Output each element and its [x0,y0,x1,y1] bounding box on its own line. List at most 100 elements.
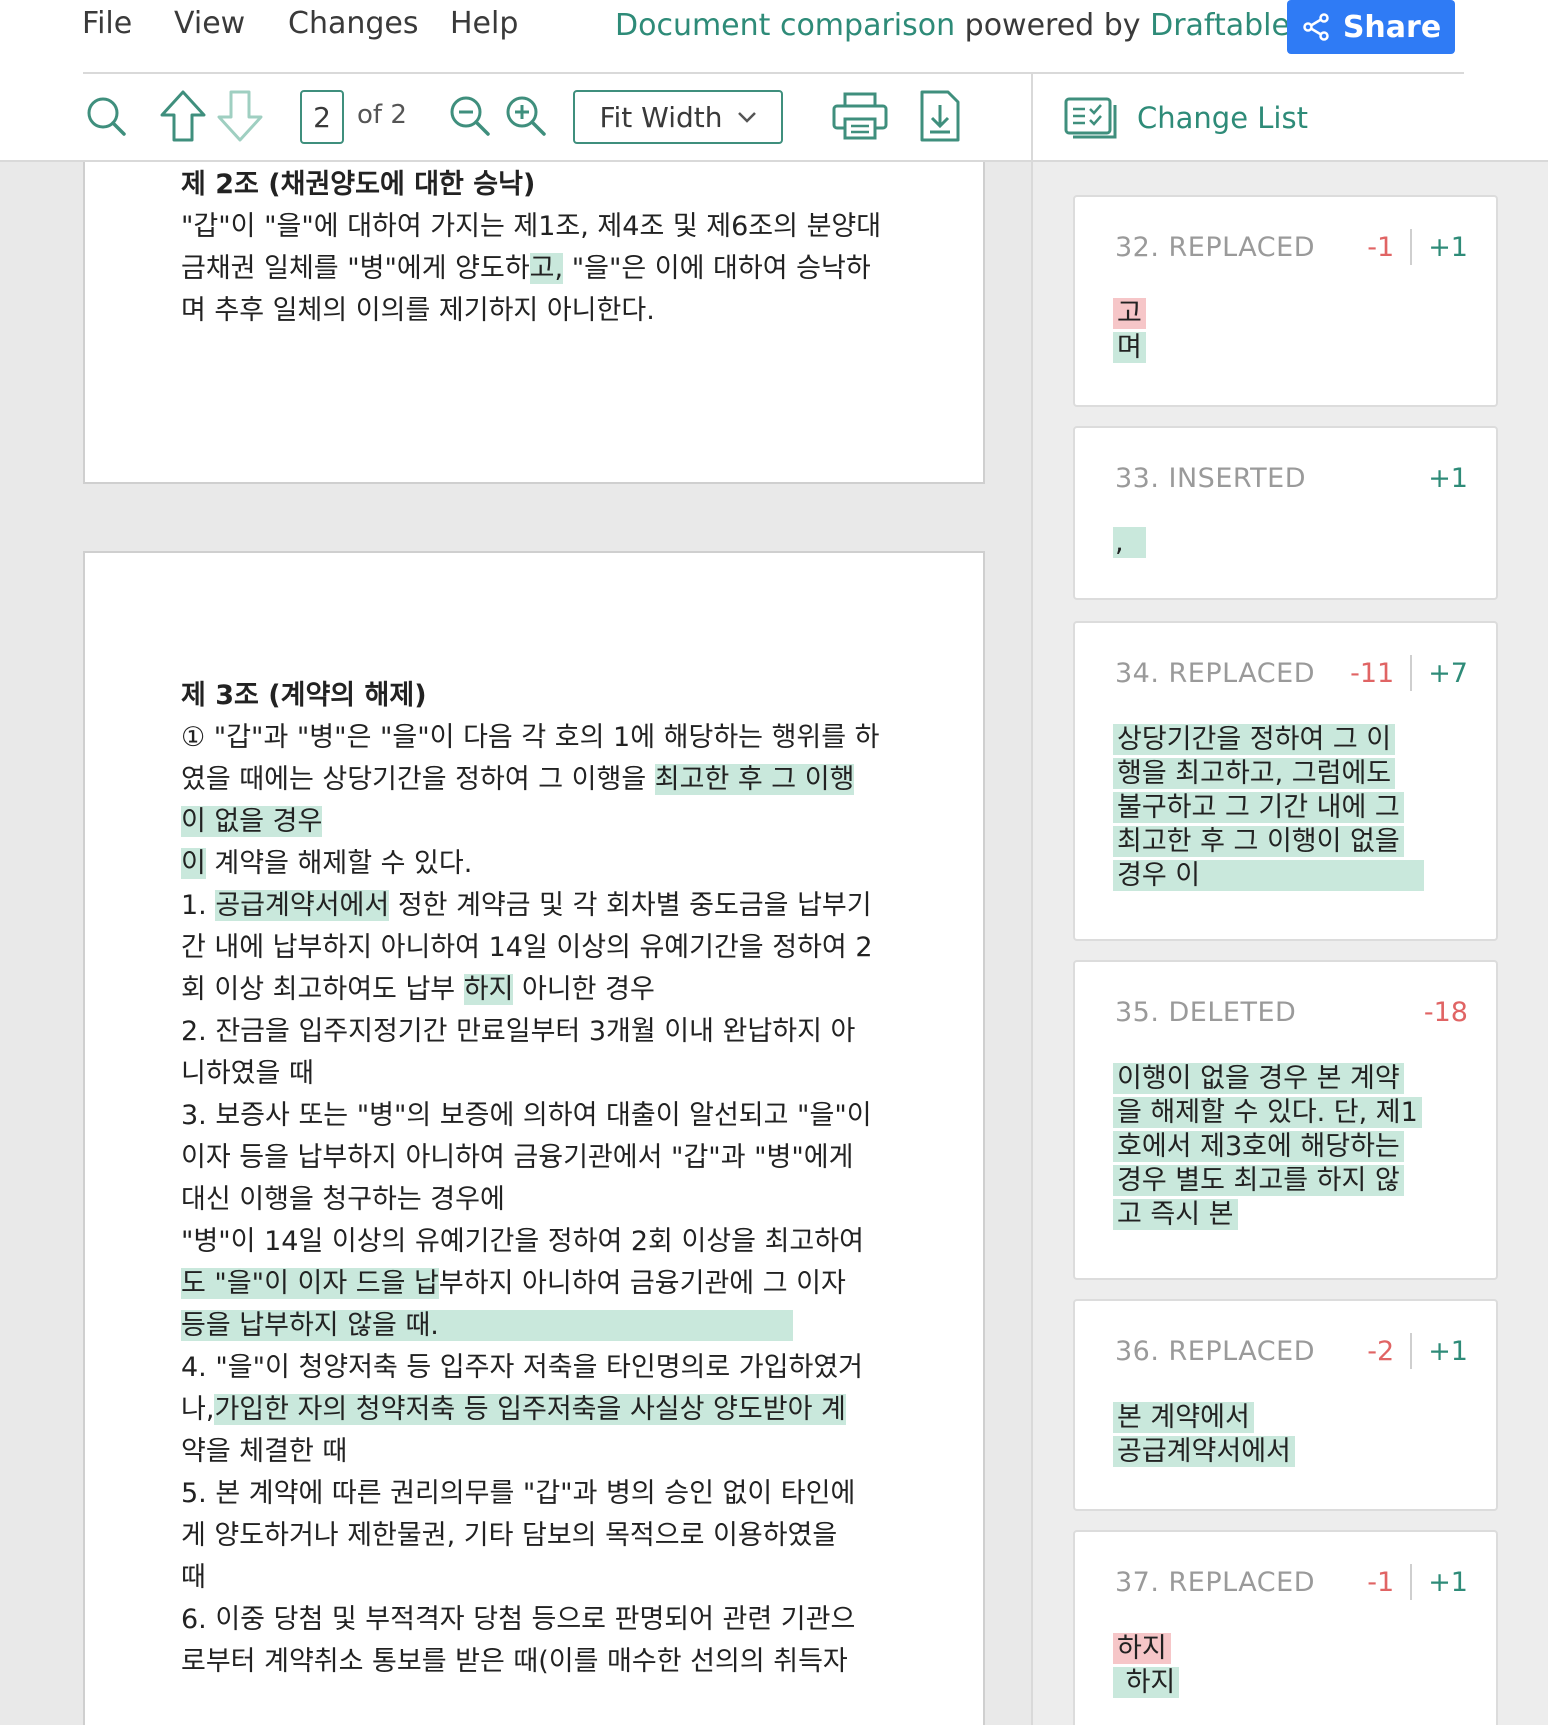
change-list-title: Change List [1137,101,1308,135]
text-line: 이 계약을 해제할 수 있다. [181,843,901,885]
text-run: 계약을 해제할 수 있다. [205,848,473,879]
change-card-header: 34. REPLACED -11 +7 [1115,653,1468,693]
change-highlight[interactable]: 등을 납부하지 않을 때. [181,1310,793,1341]
deleted-text: 고 [1113,298,1146,329]
count-separator [1410,1564,1413,1600]
text-line: 며 추후 일체의 이의를 제기하지 아니한다. [181,295,655,326]
change-label: 36. REPLACED [1115,1335,1315,1367]
change-card-35[interactable]: 35. DELETED -18 이행이 없을 경우 본 계약 을 해제할 수 있… [1073,960,1498,1280]
text-line: "갑"이 "을"에 대하여 가지는 제1조, 제4조 및 제6조의 분양대 [181,211,882,242]
text-line: 나,가입한 자의 청약저축 등 입주저축을 사실상 양도받아 계 [181,1389,901,1431]
zoom-out-icon[interactable] [442,88,498,144]
current-page-input[interactable]: 2 [300,90,344,144]
text-line: "병"이 14일 이상의 유예기간을 정하여 2회 이상을 최고하여 [181,1226,864,1257]
count-separator [1410,1333,1413,1369]
count-separator [1410,229,1413,265]
change-card-37[interactable]: 37. REPLACED -1 +1 하지 하지 [1073,1530,1498,1725]
previous-change-arrow-up-icon[interactable] [155,88,211,144]
change-card-36[interactable]: 36. REPLACED -2 +1 본 계약에서 공급계약서에서 [1073,1299,1498,1511]
deleted-count: -11 [1350,657,1395,689]
change-content: 하지 하지 [1113,1632,1433,1700]
text-line: ① "갑"과 "병"은 "을"이 다음 각 호의 1에 해당하는 행위를 하 [181,722,880,753]
article-heading: 제 2조 (채권양도에 대한 승낙) [181,169,536,200]
text-line: 약을 체결한 때 [181,1436,348,1467]
change-list-header[interactable]: Change List [1063,88,1308,148]
text-line: 금채권 일체를 "병"에게 양도하고, "을"은 이에 대하여 승낙하 [181,248,901,290]
inserted-text: 며 [1113,332,1146,363]
text-line: 2. 잔금을 입주지정기간 만료일부터 3개월 이내 완납하지 아 [181,1016,856,1047]
text-run: 나, [181,1394,215,1425]
page2-text: 제 3조 (계약의 해제) ① "갑"과 "병"은 "을"이 다음 각 호의 1… [181,675,901,1683]
print-icon[interactable] [830,88,890,144]
text-run: 정한 계약금 및 각 회차별 중도금을 납부기 [389,890,872,921]
toolbar: 2 of 2 Fit Width [0,74,1033,160]
text-line: 대신 이행을 청구하는 경우에 [181,1184,505,1215]
share-button[interactable]: Share [1287,0,1455,54]
change-card-header: 32. REPLACED -1 +1 [1115,227,1468,267]
text-line: 간 내에 납부하지 아니하여 14일 이상의 유예기간을 정하여 2 [181,932,873,963]
download-icon[interactable] [912,88,968,144]
document-viewer[interactable]: 제 2조 (채권양도에 대한 승낙) "갑"이 "을"에 대하여 가지는 제1조… [0,162,1031,1725]
change-highlight[interactable]: 이 없을 경우 [181,806,323,837]
text-line: 이자 등을 납부하지 아니하여 금융기관에서 "갑"과 "병"에게 [181,1142,854,1173]
change-content: 상당기간을 정하여 그 이 행을 최고하고, 그럼에도 불구하고 그 기간 내에… [1113,723,1433,893]
change-label: 35. DELETED [1115,996,1297,1028]
article-heading: 제 3조 (계약의 해제) [181,680,427,711]
document-page-2: 제 3조 (계약의 해제) ① "갑"과 "병"은 "을"이 다음 각 호의 1… [83,551,985,1725]
brand-prefix: Document comparison [615,8,956,43]
change-highlight[interactable]: 가입한 자의 청약저축 등 입주저축을 사실상 양도받아 계 [214,1394,846,1425]
change-highlight[interactable]: 고, [529,253,564,284]
change-counts: +1 [1428,463,1468,494]
menu-help[interactable]: Help [450,6,518,41]
text-run: 금채권 일체를 "병"에게 양도하 [181,253,530,284]
change-highlight[interactable]: 이 [181,848,206,879]
document-page-1: 제 2조 (채권양도에 대한 승낙) "갑"이 "을"에 대하여 가지는 제1조… [83,162,985,484]
change-card-32[interactable]: 32. REPLACED -1 +1 고 며 [1073,195,1498,407]
inserted-count: +1 [1428,1335,1468,1367]
zoom-mode-select[interactable]: Fit Width [573,90,783,144]
text-run: 회 이상 최고하여도 납부 [181,974,464,1005]
text-line: 4. "을"이 청양저축 등 입주자 저축을 타인명의로 가입하였거 [181,1352,863,1383]
menu-changes[interactable]: Changes [288,6,419,41]
inserted-text: 상당기간을 정하여 그 이 [1113,724,1396,755]
menu-bar: File View Changes Help Document comparis… [0,0,1548,72]
change-highlight[interactable]: 하지 [463,974,514,1005]
change-label: 37. REPLACED [1115,1566,1315,1598]
change-card-header: 36. REPLACED -2 +1 [1115,1331,1468,1371]
inserted-count: +7 [1428,657,1468,689]
inserted-text: 본 계약에서 [1113,1402,1254,1433]
deleted-count: -2 [1367,1335,1395,1367]
text-run: "을"은 이에 대하여 승낙하 [563,253,871,284]
share-icon [1303,13,1329,41]
text-line: 로부터 계약취소 통보를 받은 때(이를 매수한 선의의 취득자 [181,1646,848,1677]
change-counts: -11 +7 [1350,655,1468,691]
inserted-text: 최고한 후 그 이행이 없을 [1113,826,1404,857]
menu-file[interactable]: File [82,6,132,41]
deleted-text: 을 해제할 수 있다. 단, 제1 [1113,1097,1422,1128]
text-run: 1. [181,890,216,921]
page1-text: 제 2조 (채권양도에 대한 승낙) "갑"이 "을"에 대하여 가지는 제1조… [181,164,901,332]
change-counts: -1 +1 [1367,1564,1468,1600]
page-count: of 2 [357,100,407,130]
text-run: 아니한 경우 [513,974,655,1005]
change-highlight[interactable]: 공급계약서에서 [215,890,390,921]
change-list-icon [1064,97,1117,139]
text-line: 5. 본 계약에 따른 권리의무를 "갑"과 병의 승인 없이 타인에 [181,1478,856,1509]
change-highlight[interactable]: 최고한 후 그 이행 [654,764,855,795]
brand-name[interactable]: Draftable [1150,8,1290,43]
search-icon[interactable] [78,88,134,144]
change-card-34[interactable]: 34. REPLACED -11 +7 상당기간을 정하여 그 이 행을 최고하… [1073,621,1498,941]
change-card-header: 33. INSERTED +1 [1115,458,1468,498]
text-line: 게 양도하거나 제한물권, 기타 담보의 목적으로 이용하였을 [181,1520,838,1551]
inserted-text: 공급계약서에서 [1113,1436,1295,1467]
change-highlight[interactable]: 도 "을"이 이자 드을 납 [181,1268,439,1299]
text-run: 였을 때에는 상당기간을 정하여 그 이행을 [181,764,655,795]
next-change-arrow-down-icon[interactable] [212,88,268,144]
change-card-33[interactable]: 33. INSERTED +1 , [1073,426,1498,600]
zoom-in-icon[interactable] [498,88,554,144]
change-list[interactable]: 32. REPLACED -1 +1 고 며 33. INSERTED +1 ,… [1033,162,1548,1725]
inserted-text: , [1113,527,1146,558]
menu-view[interactable]: View [174,6,245,41]
inserted-text: 행을 최고하고, 그럼에도 [1113,758,1396,789]
text-line: 등을 납부하지 않을 때. [181,1305,901,1347]
